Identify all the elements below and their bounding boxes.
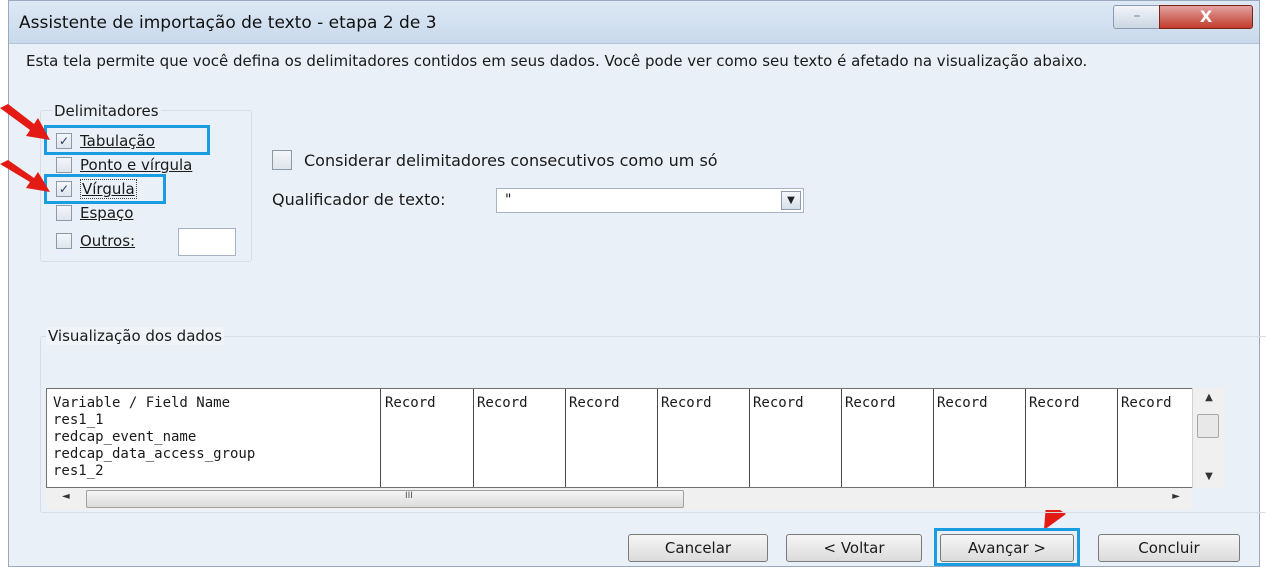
step-description: Esta tela permite que você defina os del… — [26, 52, 1088, 70]
checkbox-box[interactable] — [56, 233, 72, 249]
preview-cell: Record — [1121, 395, 1172, 411]
preview-cell: Record — [477, 395, 528, 411]
preview-column-record: Record — [381, 389, 474, 487]
checkbox-label: Outros: — [80, 232, 136, 250]
preview-cell: redcap_data_access_group — [53, 446, 256, 462]
preview-column-record: Record — [749, 389, 842, 487]
text-qualifier-value: " — [505, 192, 512, 208]
minimize-button[interactable]: ⎯ — [1113, 5, 1161, 29]
preview-cell: res1_2 — [53, 463, 104, 479]
preview-column-field-names: Variable / Field Name res1_1 redcap_even… — [47, 389, 381, 487]
finish-button[interactable]: Concluir — [1098, 534, 1240, 562]
outros-input[interactable] — [178, 228, 236, 256]
checkbox-label: Espaço — [80, 204, 134, 222]
scroll-thumb[interactable] — [1197, 414, 1219, 438]
preview-cell: Record — [1029, 395, 1080, 411]
preview-cell: redcap_event_name — [53, 429, 197, 445]
preview-cell: Variable / Field Name — [53, 395, 231, 411]
vertical-scrollbar[interactable]: ▲ ▼ — [1192, 388, 1225, 488]
back-button[interactable]: < Voltar — [786, 534, 922, 562]
data-preview-label: Visualização dos dados — [46, 327, 224, 345]
preview-column-record: Record — [473, 389, 566, 487]
close-icon: X — [1199, 7, 1213, 26]
text-qualifier-select[interactable]: " ▼ — [496, 188, 804, 213]
red-arrow-icon — [0, 104, 50, 140]
red-arrow-icon — [0, 160, 50, 192]
checkbox-outros[interactable]: Outros: — [56, 230, 135, 252]
highlight-tabulacao — [44, 125, 210, 155]
preview-cell: Record — [569, 395, 620, 411]
checkbox-box[interactable] — [272, 150, 292, 170]
text-qualifier-label: Qualificador de texto: — [272, 190, 446, 209]
preview-cell: Record — [753, 395, 804, 411]
preview-column-record: Record — [657, 389, 750, 487]
preview-cell: Record — [845, 395, 896, 411]
preview-column-record: Record — [1025, 389, 1118, 487]
window-title: Assistente de importação de texto - etap… — [19, 13, 437, 33]
scroll-left-icon[interactable]: ◄ — [62, 491, 70, 502]
chevron-down-icon[interactable]: ▼ — [781, 191, 801, 210]
consecutive-delimiters-label: Considerar delimitadores consecutivos co… — [304, 150, 718, 170]
preview-cell: Record — [385, 395, 436, 411]
scroll-thumb[interactable]: III — [86, 490, 684, 508]
preview-cell: res1_1 — [53, 412, 104, 428]
delimiters-group-label: Delimitadores — [52, 102, 161, 120]
consecutive-delimiters-option[interactable]: Considerar delimitadores consecutivos co… — [272, 150, 718, 170]
horizontal-scrollbar[interactable]: ◄ III ► — [46, 488, 1192, 510]
grip-icon: III — [405, 491, 413, 501]
scroll-up-icon[interactable]: ▲ — [1193, 392, 1225, 403]
preview-column-record: Record — [565, 389, 658, 487]
preview-cell: Record — [937, 395, 988, 411]
highlight-next — [934, 528, 1080, 566]
checkbox-box[interactable] — [56, 205, 72, 221]
title-bar: Assistente de importação de texto - etap… — [9, 1, 1259, 44]
scroll-right-icon[interactable]: ► — [1172, 491, 1180, 502]
checkbox-espaco[interactable]: Espaço — [56, 202, 133, 224]
cancel-button[interactable]: Cancelar — [628, 534, 768, 562]
checkbox-ponto-e-virgula[interactable]: Ponto e vírgula — [56, 154, 192, 176]
preview-column-record: Record — [1117, 389, 1193, 487]
preview-column-record: Record — [933, 389, 1026, 487]
highlight-virgula — [44, 174, 166, 204]
minimize-icon: ⎯ — [1134, 9, 1140, 22]
checkbox-box[interactable] — [56, 157, 72, 173]
scroll-down-icon[interactable]: ▼ — [1193, 471, 1225, 482]
close-button[interactable]: X — [1159, 5, 1253, 29]
checkbox-label: Ponto e vírgula — [80, 156, 193, 174]
data-preview-grid[interactable]: Variable / Field Name res1_1 redcap_even… — [46, 388, 1194, 488]
preview-column-record: Record — [841, 389, 934, 487]
preview-cell: Record — [661, 395, 712, 411]
